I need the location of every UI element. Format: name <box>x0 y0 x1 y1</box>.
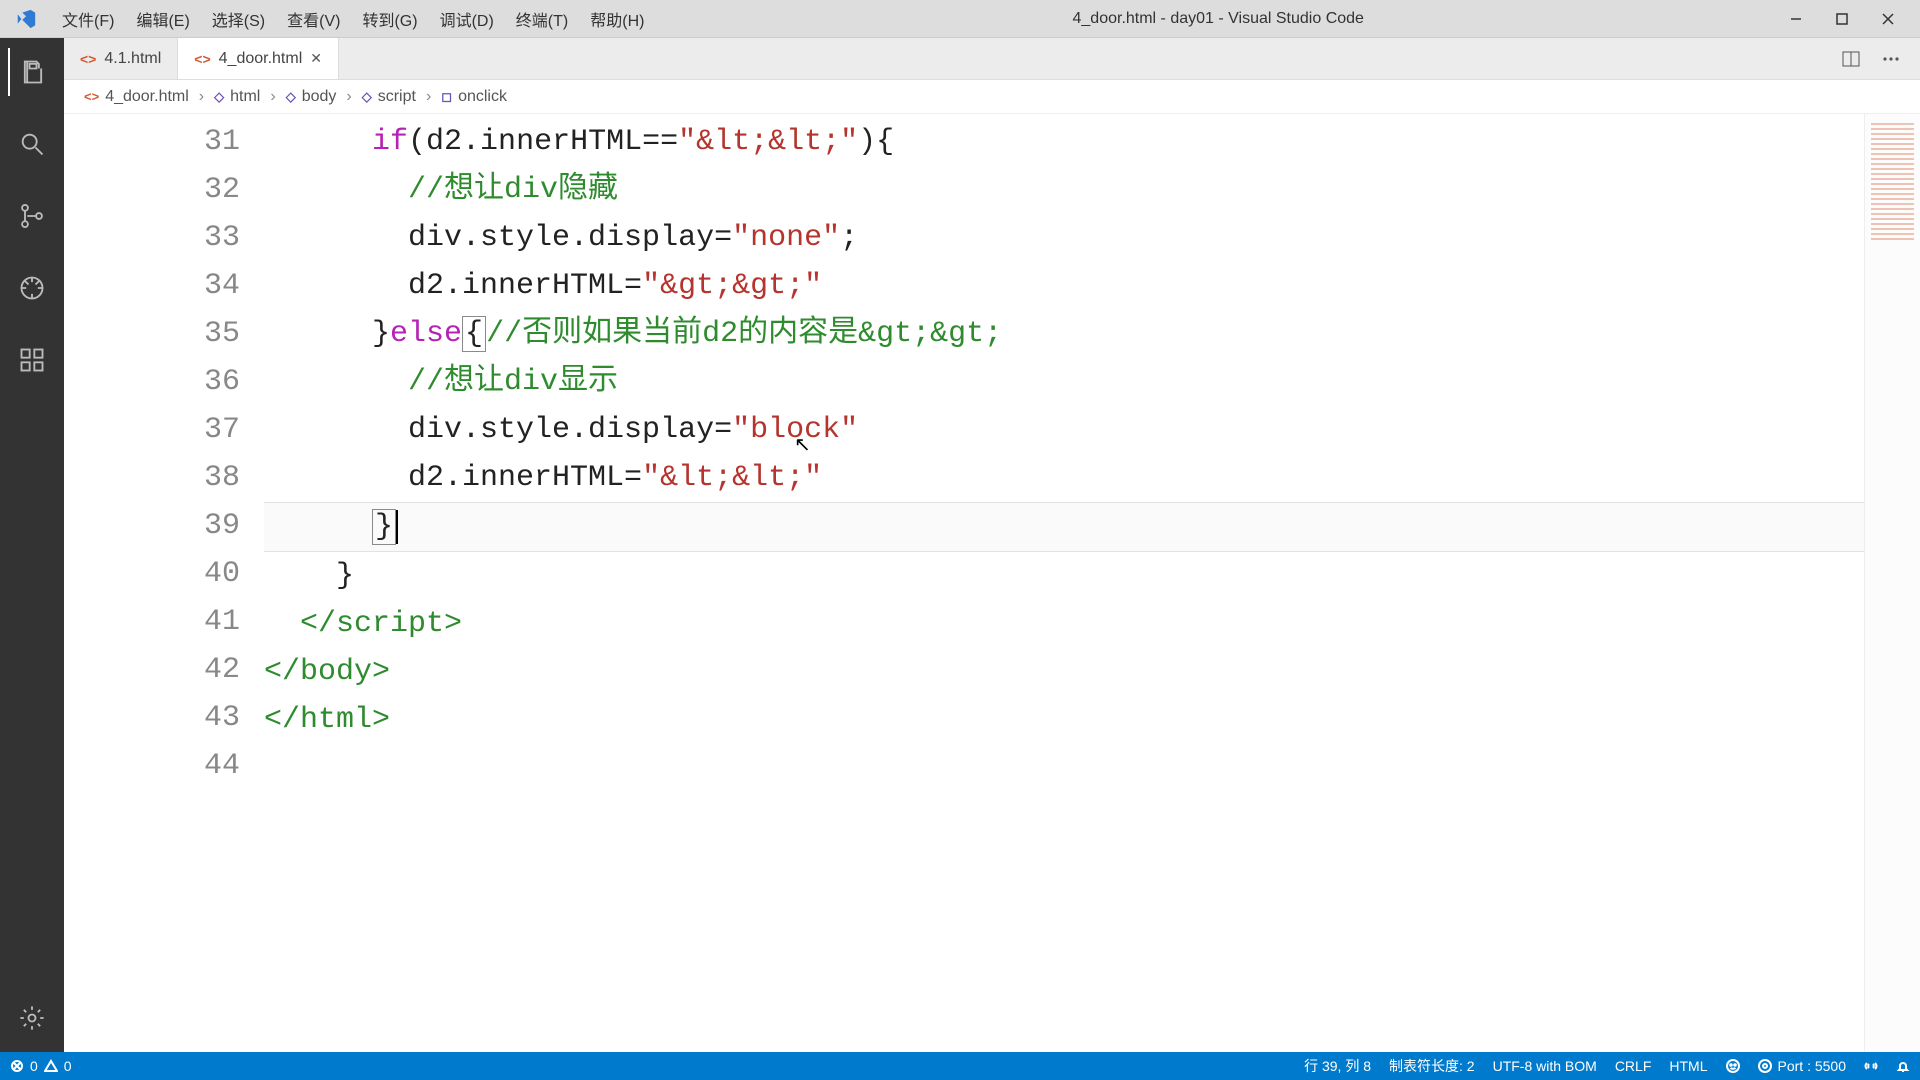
editor-body[interactable]: 3132333435363738394041424344 if(d2.inner… <box>64 114 1920 1052</box>
code-line[interactable]: }else{//否则如果当前d2的内容是&gt;&gt; <box>264 310 1864 358</box>
breadcrumb-item[interactable]: script <box>378 88 416 106</box>
line-number: 38 <box>64 454 240 502</box>
code-line[interactable]: div.style.display="block" <box>264 406 1864 454</box>
chevron-right-icon: › <box>346 88 351 106</box>
menu-goto[interactable]: 转到(G) <box>352 1 427 37</box>
line-number: 37 <box>64 406 240 454</box>
status-golive-icon[interactable] <box>1864 1059 1878 1073</box>
line-number: 36 <box>64 358 240 406</box>
vscode-logo-icon <box>0 8 52 30</box>
tab-label: 4_door.html <box>219 50 303 68</box>
menu-edit[interactable]: 编辑(E) <box>126 1 199 37</box>
explorer-icon[interactable] <box>8 48 56 96</box>
status-language[interactable]: HTML <box>1669 1058 1707 1074</box>
code-line[interactable]: </html> <box>264 696 1864 744</box>
status-eol[interactable]: CRLF <box>1615 1058 1652 1074</box>
code-line[interactable] <box>264 744 1864 792</box>
title-bar: 文件(F) 编辑(E) 选择(S) 查看(V) 转到(G) 调试(D) 终端(T… <box>0 0 1920 38</box>
line-number: 44 <box>64 742 240 790</box>
menu-help[interactable]: 帮助(H) <box>580 1 654 37</box>
menu-terminal[interactable]: 终端(T) <box>506 1 578 37</box>
html-file-icon: <> <box>84 89 99 104</box>
line-number: 32 <box>64 166 240 214</box>
code-line[interactable]: </body> <box>264 648 1864 696</box>
code-line[interactable]: if(d2.innerHTML=="&lt;&lt;"){ <box>264 118 1864 166</box>
line-number: 39 <box>64 502 240 550</box>
tab-label: 4.1.html <box>104 50 161 68</box>
tab-4-door-html[interactable]: <> 4_door.html ✕ <box>178 38 339 79</box>
symbol-tag-icon: ◇ <box>362 89 372 105</box>
search-icon[interactable] <box>8 120 56 168</box>
maximize-button[interactable] <box>1828 5 1856 33</box>
line-number: 34 <box>64 262 240 310</box>
code-line[interactable]: d2.innerHTML="&gt;&gt;" <box>264 262 1864 310</box>
code-editor[interactable]: if(d2.innerHTML=="&lt;&lt;"){ //想让div隐藏 … <box>264 114 1864 1052</box>
code-line[interactable]: //想让div显示 <box>264 358 1864 406</box>
chevron-right-icon: › <box>426 88 431 106</box>
line-number: 41 <box>64 598 240 646</box>
minimap[interactable] <box>1864 114 1920 1052</box>
status-cursor[interactable]: 行 39, 列 8 <box>1304 1056 1371 1076</box>
editor-tabs: <> 4.1.html <> 4_door.html ✕ <box>64 38 1920 80</box>
breadcrumb-item[interactable]: onclick <box>458 88 507 106</box>
minimize-button[interactable] <box>1782 5 1810 33</box>
close-button[interactable] <box>1874 5 1902 33</box>
html-file-icon: <> <box>80 51 96 67</box>
window-title: 4_door.html - day01 - Visual Studio Code <box>654 10 1782 28</box>
activity-bar <box>0 38 64 1052</box>
close-icon[interactable]: ✕ <box>310 50 322 67</box>
status-bar: 0 0 行 39, 列 8 制表符长度: 2 UTF-8 with BOM CR… <box>0 1052 1920 1080</box>
symbol-method-icon: ◻ <box>441 89 452 105</box>
status-bell-icon[interactable] <box>1896 1059 1910 1073</box>
menu-debug[interactable]: 调试(D) <box>430 1 504 37</box>
breadcrumb-item[interactable]: html <box>230 88 260 106</box>
menu-bar: 文件(F) 编辑(E) 选择(S) 查看(V) 转到(G) 调试(D) 终端(T… <box>52 1 654 37</box>
line-number: 40 <box>64 550 240 598</box>
line-number-gutter: 3132333435363738394041424344 <box>64 114 264 1052</box>
symbol-tag-icon: ◇ <box>214 89 224 105</box>
html-file-icon: <> <box>194 51 210 67</box>
more-actions-icon[interactable] <box>1878 46 1904 72</box>
symbol-tag-icon: ◇ <box>286 89 296 105</box>
line-number: 43 <box>64 694 240 742</box>
tab-4-1-html[interactable]: <> 4.1.html <box>64 38 178 79</box>
code-line[interactable]: d2.innerHTML="&lt;&lt;" <box>264 454 1864 502</box>
source-control-icon[interactable] <box>8 192 56 240</box>
line-number: 42 <box>64 646 240 694</box>
menu-select[interactable]: 选择(S) <box>202 1 275 37</box>
code-line[interactable]: //想让div隐藏 <box>264 166 1864 214</box>
code-line[interactable]: } <box>264 502 1864 552</box>
chevron-right-icon: › <box>199 88 204 106</box>
line-number: 35 <box>64 310 240 358</box>
status-problems[interactable]: 0 0 <box>10 1058 72 1074</box>
chevron-right-icon: › <box>270 88 275 106</box>
menu-file[interactable]: 文件(F) <box>52 1 124 37</box>
line-number: 33 <box>64 214 240 262</box>
breadcrumb-item[interactable]: 4_door.html <box>105 88 189 106</box>
status-liveserver-port[interactable]: Port : 5500 <box>1758 1058 1847 1074</box>
code-line[interactable]: </script> <box>264 600 1864 648</box>
menu-view[interactable]: 查看(V) <box>277 1 350 37</box>
breadcrumb[interactable]: <>4_door.html › ◇html › ◇body › ◇script … <box>64 80 1920 114</box>
settings-gear-icon[interactable] <box>8 994 56 1042</box>
breadcrumb-item[interactable]: body <box>302 88 337 106</box>
extensions-icon[interactable] <box>8 336 56 384</box>
split-editor-icon[interactable] <box>1838 46 1864 72</box>
status-encoding[interactable]: UTF-8 with BOM <box>1493 1058 1597 1074</box>
debug-icon[interactable] <box>8 264 56 312</box>
status-feedback-icon[interactable] <box>1726 1059 1740 1073</box>
status-tabsize[interactable]: 制表符长度: 2 <box>1389 1056 1475 1076</box>
code-line[interactable]: } <box>264 552 1864 600</box>
line-number: 31 <box>64 118 240 166</box>
code-line[interactable]: div.style.display="none"; <box>264 214 1864 262</box>
window-controls <box>1782 5 1920 33</box>
